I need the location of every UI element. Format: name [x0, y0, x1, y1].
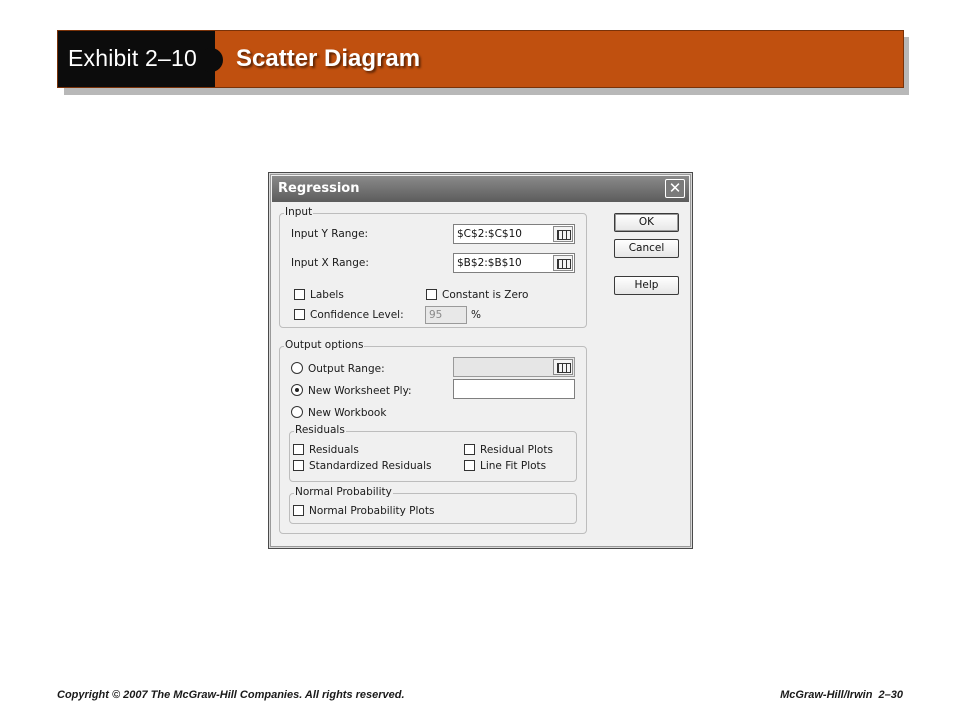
copyright-text: Copyright © 2007 The McGraw-Hill Compani…	[57, 689, 405, 701]
input-x-range-field[interactable]: $B$2:$B$10	[453, 253, 575, 273]
range-select-icon[interactable]	[553, 255, 573, 271]
confidence-level-label: Confidence Level:	[310, 309, 404, 321]
percent-sign: %	[471, 309, 481, 321]
normal-probability-plots-label: Normal Probability Plots	[309, 505, 435, 517]
dialog-title: Regression	[278, 181, 360, 196]
range-select-icon[interactable]	[553, 359, 573, 375]
output-range-label: Output Range:	[308, 363, 385, 375]
page-number: McGraw-Hill/Irwin 2–30	[780, 689, 903, 701]
residual-plots-checkbox[interactable]	[464, 444, 475, 455]
constant-zero-checkbox[interactable]	[426, 289, 437, 300]
standardized-residuals-checkbox[interactable]	[293, 460, 304, 471]
line-fit-plots-label: Line Fit Plots	[480, 460, 547, 472]
new-worksheet-field[interactable]	[453, 379, 575, 399]
input-y-range-value: $C$2:$C$10	[457, 228, 522, 240]
ok-button[interactable]: OK	[614, 213, 679, 232]
residuals-label: Residuals	[309, 444, 359, 456]
help-button[interactable]: Help	[614, 276, 679, 295]
regression-dialog: Regression ✕ Input Input Y Range: $C$2:$…	[268, 172, 693, 549]
confidence-level-field[interactable]: 95	[425, 306, 467, 324]
slide-header: Exhibit 2–10 Scatter Diagram	[57, 30, 904, 88]
new-workbook-label: New Workbook	[308, 407, 387, 419]
exhibit-number: Exhibit 2–10	[68, 45, 197, 71]
residuals-group-label: Residuals	[294, 424, 346, 436]
normal-probability-group-label: Normal Probability	[294, 486, 393, 498]
residual-plots-label: Residual Plots	[480, 444, 553, 456]
new-worksheet-radio[interactable]	[291, 384, 303, 396]
output-range-radio[interactable]	[291, 362, 303, 374]
labels-checkbox-label: Labels	[310, 289, 344, 301]
standardized-residuals-label: Standardized Residuals	[309, 460, 432, 472]
new-workbook-radio[interactable]	[291, 406, 303, 418]
input-y-range-field[interactable]: $C$2:$C$10	[453, 224, 575, 244]
normal-probability-plots-checkbox[interactable]	[293, 505, 304, 516]
output-range-field[interactable]	[453, 357, 575, 377]
output-options-group: Output options Output Range: New Workshe…	[279, 339, 587, 534]
line-fit-plots-checkbox[interactable]	[464, 460, 475, 471]
residuals-group: Residuals Residuals Standardized Residua…	[289, 424, 577, 482]
confidence-level-checkbox[interactable]	[294, 309, 305, 320]
input-x-range-value: $B$2:$B$10	[457, 257, 522, 269]
close-icon[interactable]: ✕	[665, 179, 685, 198]
input-group-label: Input	[284, 206, 314, 218]
residuals-checkbox[interactable]	[293, 444, 304, 455]
constant-zero-label: Constant is Zero	[442, 289, 529, 301]
input-group: Input Input Y Range: $C$2:$C$10 Input X …	[279, 206, 587, 328]
input-x-range-label: Input X Range:	[291, 257, 369, 269]
cancel-button[interactable]: Cancel	[614, 239, 679, 258]
normal-probability-group: Normal Probability Normal Probability Pl…	[289, 486, 577, 524]
slide-title: Scatter Diagram	[236, 45, 421, 72]
labels-checkbox[interactable]	[294, 289, 305, 300]
output-options-label: Output options	[284, 339, 365, 351]
input-y-range-label: Input Y Range:	[291, 228, 369, 240]
exhibit-notch	[199, 48, 223, 72]
new-worksheet-label: New Worksheet Ply:	[308, 385, 412, 397]
dialog-titlebar[interactable]: Regression ✕	[272, 176, 689, 202]
range-select-icon[interactable]	[553, 226, 573, 242]
